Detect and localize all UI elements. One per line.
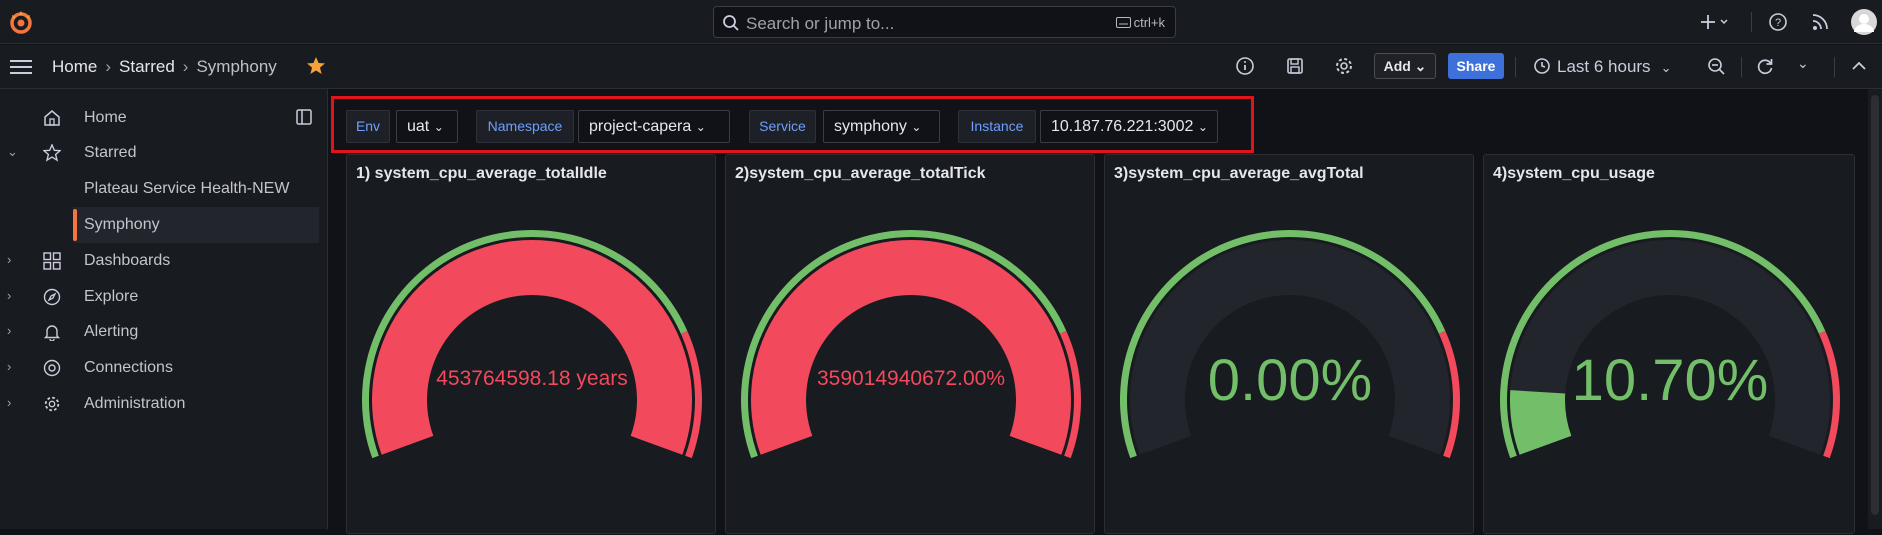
- clock-icon: [1534, 58, 1550, 74]
- top-bar: Search or jump to... ctrl+k ?: [0, 0, 1882, 44]
- gauge-value-fill: [1510, 390, 1572, 455]
- divider: [1741, 57, 1742, 77]
- breadcrumb-home[interactable]: Home: [52, 57, 97, 76]
- chevron-right-icon[interactable]: ›: [7, 359, 11, 374]
- user-avatar[interactable]: [1850, 8, 1878, 35]
- sidebar-item-connections[interactable]: › Connections: [0, 350, 328, 386]
- home-icon: [44, 110, 60, 126]
- favorite-star-icon[interactable]: [306, 56, 326, 76]
- sidebar-item-starred[interactable]: ⌄ Starred: [0, 135, 328, 171]
- gauge-panel[interactable]: 1) system_cpu_average_totalIdle 45376459…: [346, 154, 716, 534]
- add-button[interactable]: Add ⌄: [1374, 53, 1436, 79]
- chevron-down-icon[interactable]: ⌄: [7, 144, 18, 160]
- sidebar-item-symphony[interactable]: Symphony: [73, 207, 319, 243]
- info-icon[interactable]: [1235, 56, 1255, 76]
- refresh-interval-chevron-icon[interactable]: ⌄: [1797, 55, 1809, 72]
- collapse-chevron-up-icon[interactable]: [1851, 60, 1867, 72]
- sidebar-item-plateau-service-health[interactable]: Plateau Service Health-NEW: [0, 171, 328, 207]
- panel-title: 2)system_cpu_average_totalTick: [735, 165, 986, 182]
- news-rss-icon[interactable]: [1810, 10, 1832, 34]
- sidebar-item-label: Symphony: [84, 216, 160, 233]
- gauge-panel[interactable]: 2)system_cpu_average_totalTick 359014940…: [725, 154, 1095, 534]
- gauge-panel[interactable]: 4)system_cpu_usage 10.70%: [1483, 154, 1855, 534]
- grafana-logo-icon[interactable]: [8, 9, 34, 35]
- sidebar: Home ⌄ Starred Plateau Service Health-NE…: [0, 89, 328, 529]
- variable-label-service: Service: [749, 110, 816, 143]
- keyboard-icon: [1115, 17, 1131, 28]
- sidebar-item-dashboards[interactable]: › Dashboards: [0, 243, 328, 279]
- share-button[interactable]: Share: [1448, 53, 1504, 79]
- breadcrumb-current: Symphony: [196, 57, 277, 76]
- gauge: 453764598.18 years: [361, 229, 702, 459]
- gauge: 0.00%: [1120, 229, 1460, 459]
- variable-select-namespace[interactable]: project-capera ⌄: [578, 110, 730, 143]
- menu-icon[interactable]: [10, 58, 32, 76]
- gauge-value: 0.00%: [1208, 348, 1372, 413]
- chevron-right-icon[interactable]: ›: [7, 395, 11, 410]
- sidebar-item-label: Connections: [84, 359, 173, 376]
- divider: [1834, 57, 1835, 77]
- variable-select-instance[interactable]: 10.187.76.221:3002 ⌄: [1040, 110, 1218, 143]
- settings-gear-icon[interactable]: [1334, 56, 1354, 76]
- divider: [1515, 57, 1516, 77]
- compass-icon: [43, 288, 61, 306]
- variable-label-instance: Instance: [958, 110, 1036, 143]
- sidebar-item-label: Explore: [84, 288, 139, 305]
- connections-icon: [43, 359, 61, 377]
- gauge-panel[interactable]: 3)system_cpu_average_avgTotal 0.00%: [1104, 154, 1474, 534]
- sidebar-item-label: Starred: [84, 144, 137, 161]
- sidebar-item-label: Home: [84, 109, 127, 126]
- search-shortcut: ctrl+k: [1115, 15, 1165, 30]
- dashboards-grid-icon: [43, 252, 61, 270]
- bell-icon: [43, 325, 61, 341]
- search-box[interactable]: Search or jump to... ctrl+k: [713, 6, 1176, 38]
- search-input[interactable]: Search or jump to...: [746, 14, 894, 34]
- panel-title: 4)system_cpu_usage: [1493, 165, 1655, 182]
- variable-label-namespace: Namespace: [476, 110, 574, 143]
- chevron-right-icon[interactable]: ›: [7, 288, 11, 303]
- panel-title: 1) system_cpu_average_totalIdle: [356, 165, 607, 182]
- sidebar-item-administration[interactable]: › Administration: [0, 386, 328, 422]
- gear-icon: [44, 396, 60, 412]
- sidebar-item-alerting[interactable]: › Alerting: [0, 314, 328, 350]
- sidebar-item-label: Administration: [84, 395, 186, 412]
- variable-select-env[interactable]: uat ⌄: [396, 110, 458, 143]
- save-icon[interactable]: [1285, 56, 1305, 76]
- gauge-value: 359014940672.00%: [817, 367, 1005, 390]
- sidebar-item-label: Dashboards: [84, 252, 171, 269]
- dashboard-toolbar: Home › Starred › Symphony Add ⌄ Share Last 6…: [0, 45, 1882, 89]
- scrollbar[interactable]: [1868, 89, 1882, 529]
- new-plus-icon[interactable]: [1700, 10, 1730, 34]
- breadcrumb-starred[interactable]: Starred: [119, 57, 175, 76]
- chevron-right-icon[interactable]: ›: [7, 252, 11, 267]
- help-icon[interactable]: ?: [1767, 10, 1789, 34]
- active-indicator: [73, 209, 77, 241]
- gauge: 10.70%: [1499, 229, 1840, 459]
- star-icon: [43, 144, 61, 162]
- gauge: 359014940672.00%: [740, 229, 1081, 459]
- variable-select-service[interactable]: symphony ⌄: [823, 110, 940, 143]
- gauge-value: 453764598.18 years: [436, 367, 628, 390]
- search-icon: [723, 15, 739, 31]
- panel-title: 3)system_cpu_average_avgTotal: [1114, 165, 1364, 182]
- refresh-icon[interactable]: [1755, 56, 1775, 76]
- time-range-picker[interactable]: Last 6 hours ⌄: [1533, 57, 1671, 77]
- sidebar-item-label: Plateau Service Health-NEW: [84, 180, 290, 197]
- divider: [1751, 12, 1752, 32]
- sidebar-item-home[interactable]: Home: [0, 100, 328, 136]
- zoom-out-icon[interactable]: [1706, 56, 1726, 76]
- sidebar-item-explore[interactable]: › Explore: [0, 279, 328, 315]
- gauge-value: 10.70%: [1572, 348, 1769, 413]
- variable-label-env: Env: [346, 110, 390, 143]
- sidebar-item-label: Alerting: [84, 323, 139, 340]
- chevron-right-icon[interactable]: ›: [7, 323, 11, 338]
- svg-text:?: ?: [1775, 17, 1781, 29]
- breadcrumb: Home › Starred › Symphony: [52, 57, 277, 76]
